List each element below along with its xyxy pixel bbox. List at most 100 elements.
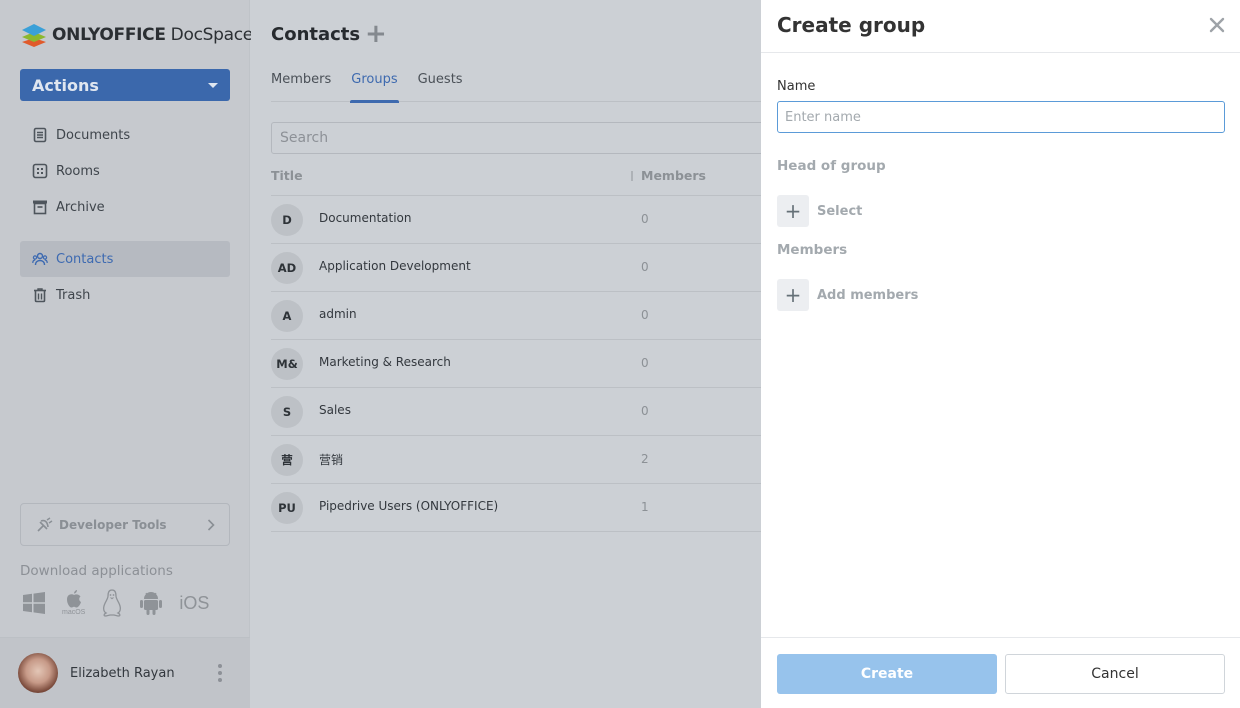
members-label: Members (777, 242, 848, 258)
panel-title: Create group (777, 13, 926, 37)
group-members-count: 0 (641, 308, 649, 322)
sidebar-item-contacts[interactable]: Contacts (20, 241, 230, 277)
table-row[interactable]: PU Pipedrive Users (ONLYOFFICE) 1 (271, 484, 761, 532)
sidebar-item-label: Archive (56, 199, 105, 215)
group-avatar: D (271, 204, 303, 236)
group-name[interactable]: Pipedrive Users (ONLYOFFICE) (319, 499, 498, 513)
rooms-icon (32, 163, 48, 179)
contacts-tabs: Members Groups Guests (271, 72, 761, 103)
avatar[interactable] (18, 653, 58, 693)
sidebar-item-label: Contacts (56, 251, 114, 267)
close-icon[interactable] (1208, 16, 1226, 34)
caret-down-icon (208, 82, 218, 88)
cancel-button[interactable]: Cancel (1005, 654, 1225, 694)
group-members-count: 0 (641, 212, 649, 226)
group-members-count: 1 (641, 500, 649, 514)
linux-icon[interactable] (101, 588, 123, 618)
actions-label: Actions (32, 75, 99, 95)
profile-name: Elizabeth Rayan (70, 665, 175, 681)
group-avatar: M& (271, 348, 303, 380)
group-members-count: 0 (641, 404, 649, 418)
ios-icon[interactable]: iOS (179, 588, 209, 618)
developer-tools-label: Developer Tools (59, 517, 167, 532)
sidebar-nav: Documents Rooms Archive Contacts Trash (20, 117, 230, 313)
group-name[interactable]: 营销 (319, 451, 343, 468)
add-members-label[interactable]: Add members (817, 288, 918, 303)
column-members[interactable]: Members (641, 168, 706, 183)
group-name[interactable]: Documentation (319, 211, 412, 225)
group-name[interactable]: admin (319, 307, 357, 321)
sidebar-item-documents[interactable]: Documents (20, 117, 230, 153)
sidebar-item-label: Documents (56, 127, 131, 143)
sidebar: ONLYOFFICE DocSpace Actions Documents Ro… (0, 0, 253, 708)
group-members-count: 0 (641, 356, 649, 370)
tab-groups[interactable]: Groups (350, 72, 399, 103)
more-options-icon[interactable] (218, 664, 222, 682)
add-icon[interactable]: + (365, 21, 387, 47)
windows-icon[interactable] (22, 588, 46, 618)
macos-label: macOS (62, 609, 86, 616)
table-row[interactable]: S Sales 0 (271, 388, 761, 436)
select-head-label[interactable]: Select (817, 204, 862, 219)
user-profile[interactable]: Elizabeth Rayan (0, 637, 250, 708)
group-avatar: S (271, 396, 303, 428)
tab-guests[interactable]: Guests (418, 72, 463, 102)
actions-button[interactable]: Actions (20, 69, 230, 101)
group-name[interactable]: Marketing & Research (319, 355, 451, 369)
table-header: Title Members (271, 160, 761, 196)
page-title: Contacts (271, 24, 361, 45)
sidebar-item-rooms[interactable]: Rooms (20, 153, 230, 189)
table-row[interactable]: 营 营销 2 (271, 436, 761, 484)
group-members-count: 2 (641, 452, 649, 466)
name-label: Name (777, 79, 816, 94)
select-head-button[interactable]: + Select (777, 195, 862, 227)
group-avatar: AD (271, 252, 303, 284)
ios-label: iOS (179, 592, 210, 613)
onlyoffice-logo-icon (22, 24, 46, 47)
create-button[interactable]: Create (777, 654, 997, 694)
create-group-panel: Create group Name Head of group + Select… (761, 0, 1240, 708)
logo-brand: ONLYOFFICE (52, 25, 166, 45)
developer-tools-button[interactable]: Developer Tools (20, 503, 230, 546)
group-name[interactable]: Sales (319, 403, 351, 417)
document-icon (33, 127, 47, 143)
group-name[interactable]: Application Development (319, 259, 471, 273)
archive-icon (33, 200, 47, 215)
table-row[interactable]: A admin 0 (271, 292, 761, 340)
plus-icon[interactable]: + (777, 195, 809, 227)
group-members-count: 0 (641, 260, 649, 274)
group-name-input[interactable] (777, 101, 1225, 133)
main-content: Contacts + Members Groups Guests Search … (251, 0, 771, 708)
group-avatar: 营 (271, 444, 303, 476)
developer-tools-icon (37, 516, 53, 532)
table-row[interactable]: D Documentation 0 (271, 196, 761, 244)
table-row[interactable]: AD Application Development 0 (271, 244, 761, 292)
logo-product: DocSpace (170, 25, 254, 45)
sidebar-item-label: Rooms (56, 163, 100, 179)
download-apps: macOS iOS (22, 588, 209, 618)
table-row[interactable]: M& Marketing & Research 0 (271, 340, 761, 388)
sidebar-item-trash[interactable]: Trash (20, 277, 230, 313)
groups-table: D Documentation 0 AD Application Develop… (271, 196, 761, 532)
group-avatar: PU (271, 492, 303, 524)
download-applications-title: Download applications (20, 563, 173, 579)
head-of-group-label: Head of group (777, 158, 886, 174)
panel-header: Create group (761, 0, 1240, 53)
search-placeholder: Search (280, 130, 329, 146)
macos-icon[interactable]: macOS (62, 588, 85, 618)
add-members-button[interactable]: + Add members (777, 279, 918, 311)
android-icon[interactable] (139, 588, 163, 618)
logo[interactable]: ONLYOFFICE DocSpace (20, 22, 253, 48)
chevron-right-icon (207, 518, 215, 531)
contacts-icon (32, 252, 48, 266)
column-title[interactable]: Title (271, 168, 303, 183)
sidebar-item-archive[interactable]: Archive (20, 189, 230, 225)
trash-icon (34, 288, 46, 303)
plus-icon[interactable]: + (777, 279, 809, 311)
panel-footer: Create Cancel (761, 637, 1240, 708)
search-input[interactable]: Search (271, 122, 771, 154)
sidebar-item-label: Trash (56, 287, 91, 303)
tab-members[interactable]: Members (271, 72, 331, 102)
column-resize-handle[interactable] (631, 171, 633, 181)
group-avatar: A (271, 300, 303, 332)
